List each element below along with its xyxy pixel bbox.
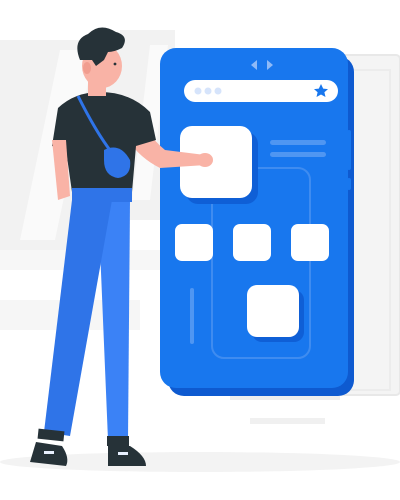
app-tile-3[interactable] <box>291 224 329 261</box>
app-tile-1[interactable] <box>175 224 213 261</box>
app-tile-2[interactable] <box>233 224 271 261</box>
scroll-indicator <box>190 288 194 344</box>
app-tile-large[interactable] <box>247 285 299 337</box>
background-shelf-2 <box>250 418 325 424</box>
phone-side-button-1 <box>347 130 351 170</box>
search-bar-dot-1 <box>194 87 202 95</box>
person-shoe-back <box>108 446 146 466</box>
person-sock-back <box>107 436 129 446</box>
content-line-1 <box>270 140 326 145</box>
person-shoe-lace-back <box>118 452 128 455</box>
phone <box>160 48 354 396</box>
search-bar-dot-3 <box>214 87 222 95</box>
person-waist <box>72 188 132 202</box>
person-ear <box>83 62 91 74</box>
search-bar-dot-2 <box>204 87 212 95</box>
phone-side-button-2 <box>347 178 351 190</box>
person-shoe-lace-front <box>44 451 54 454</box>
person-eye <box>113 62 117 66</box>
illustration-scene <box>0 27 400 472</box>
person-hand-reaching <box>197 153 213 167</box>
content-line-2 <box>270 152 326 157</box>
